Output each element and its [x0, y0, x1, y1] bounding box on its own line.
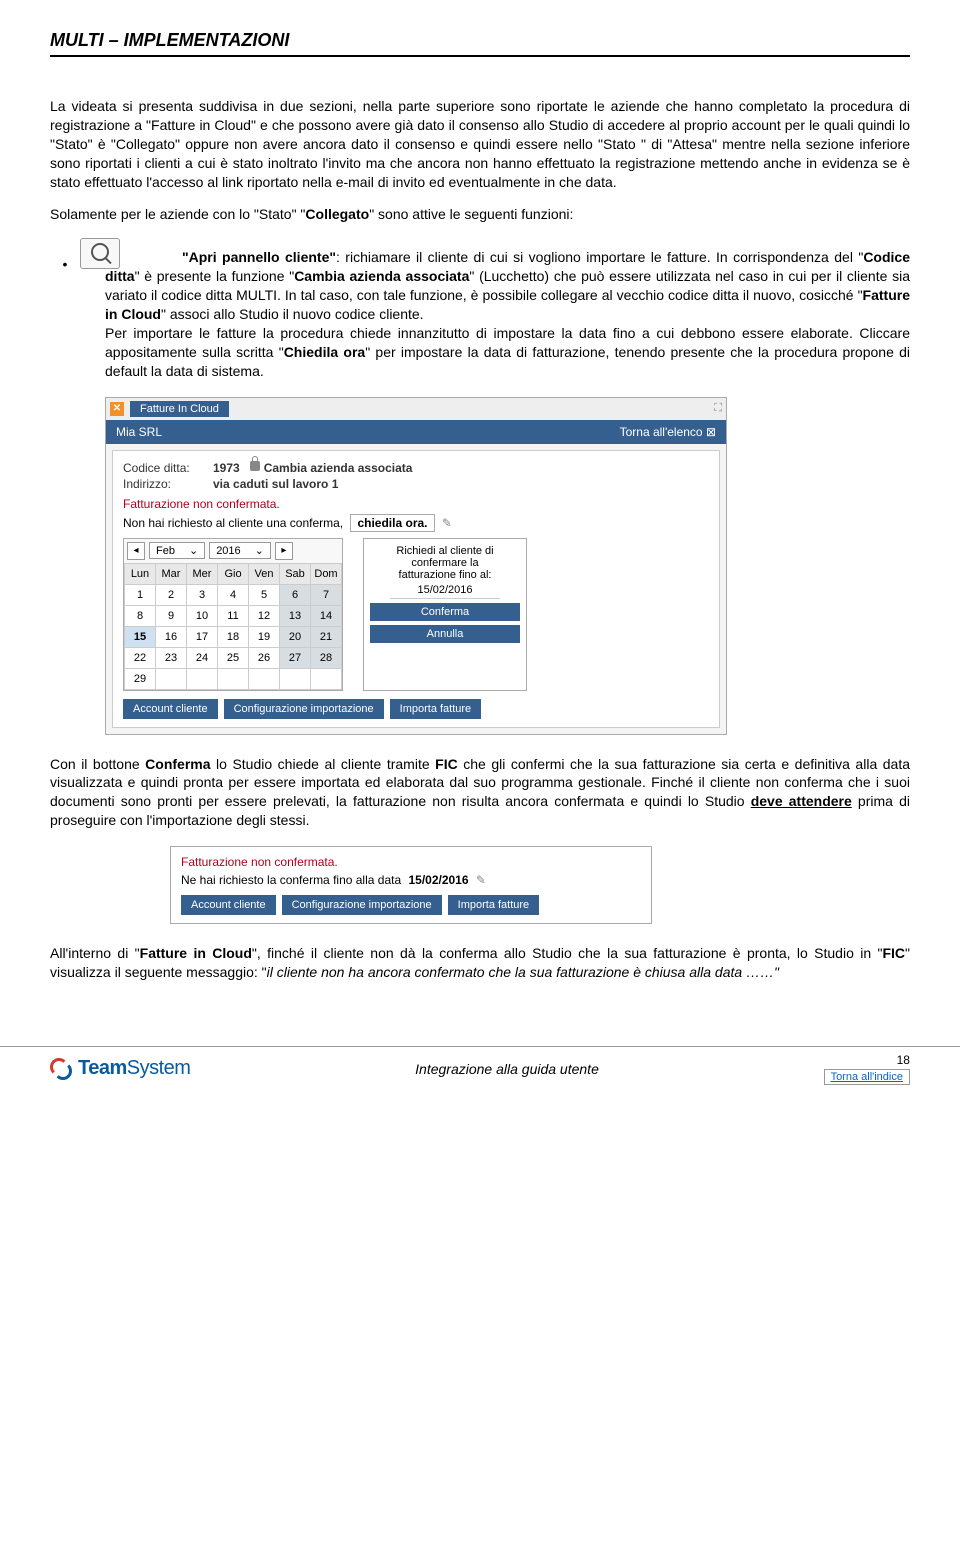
- bold: Collegato: [305, 206, 369, 222]
- warning-title: Fatturazione non confermata.: [181, 855, 641, 869]
- bullet-text: xxxxxxxxxxx"Apri pannello cliente": rich…: [105, 248, 910, 380]
- text: " sono attive le seguenti funzioni:: [369, 206, 573, 222]
- logo-icon: [50, 1058, 72, 1080]
- account-cliente-button[interactable]: Account cliente: [181, 895, 276, 915]
- close-icon[interactable]: ✕: [110, 402, 124, 416]
- footer-title: Integrazione alla guida utente: [415, 1061, 599, 1077]
- code-value: 1973: [213, 461, 240, 475]
- text: : richiamare il cliente di cui si voglio…: [336, 249, 863, 265]
- page-number: 18: [824, 1053, 910, 1067]
- account-cliente-button[interactable]: Account cliente: [123, 699, 218, 719]
- back-to-index-link[interactable]: Torna all'indice: [824, 1069, 910, 1085]
- magnify-icon: [91, 243, 109, 261]
- intro-paragraph: La videata si presenta suddivisa in due …: [50, 97, 910, 191]
- warning-title: Fatturazione non confermata.: [123, 497, 709, 511]
- final-paragraph: All'interno di "Fatture in Cloud", finch…: [50, 944, 910, 982]
- confirm-popup: Richiedi al cliente di confermare la fat…: [363, 538, 527, 691]
- code-label: Codice ditta:: [123, 461, 213, 475]
- window-tab[interactable]: Fatture In Cloud: [130, 401, 229, 417]
- address-value: via caduti sul lavoro 1: [213, 477, 338, 491]
- address-label: Indirizzo:: [123, 477, 213, 491]
- calendar-widget[interactable]: ◂ Feb⌄ 2016⌄ ▸ LunMarMerGioVenSabDom 123…: [123, 538, 343, 691]
- functions-intro: Solamente per le aziende con lo "Stato" …: [50, 205, 910, 224]
- bullet-marker: •: [50, 238, 80, 272]
- config-import-button[interactable]: Configurazione importazione: [224, 699, 384, 719]
- popup-line: confermare la: [370, 557, 520, 569]
- change-company-link[interactable]: Cambia azienda associata: [264, 461, 413, 475]
- page-footer: TeamSystem Integrazione alla guida utent…: [0, 1046, 960, 1095]
- warning-message: Non hai richiesto al cliente una conferm…: [123, 514, 709, 532]
- text: " è presente la funzione ": [135, 268, 295, 284]
- calendar-grid[interactable]: LunMarMerGioVenSabDom 1234567 8910111213…: [124, 563, 342, 690]
- lock-icon[interactable]: [250, 461, 260, 471]
- teamsystem-logo: TeamSystem: [50, 1057, 190, 1080]
- config-import-button[interactable]: Configurazione importazione: [282, 895, 442, 915]
- text: Solamente per le aziende con lo "Stato" …: [50, 206, 305, 222]
- bold: Cambia azienda associata: [294, 268, 469, 284]
- pencil-icon[interactable]: ✎: [442, 516, 452, 530]
- bold: Chiedila ora: [284, 344, 366, 360]
- bold: "Apri pannello cliente": [182, 249, 336, 265]
- page-header: MULTI – IMPLEMENTAZIONI: [50, 30, 910, 57]
- pencil-icon[interactable]: ✎: [476, 873, 486, 887]
- popup-line: fatturazione fino al:: [370, 569, 520, 581]
- next-month-button[interactable]: ▸: [275, 542, 293, 560]
- chiedila-ora-button[interactable]: chiedila ora.: [350, 514, 434, 532]
- conferma-paragraph: Con il bottone Conferma lo Studio chiede…: [50, 755, 910, 831]
- cancel-button[interactable]: Annulla: [370, 625, 520, 643]
- screenshot-confirm-panel: Fatturazione non confermata. Ne hai rich…: [170, 846, 652, 924]
- popup-date: 15/02/2016: [390, 584, 500, 599]
- back-to-list-link[interactable]: Torna all'elenco ⊠: [620, 425, 716, 439]
- year-select[interactable]: 2016⌄: [209, 542, 271, 559]
- company-name: Mia SRL: [116, 425, 162, 439]
- importa-fatture-button[interactable]: Importa fatture: [390, 699, 482, 719]
- importa-fatture-button[interactable]: Importa fatture: [448, 895, 540, 915]
- month-select[interactable]: Feb⌄: [149, 542, 205, 559]
- text: " associ allo Studio il nuovo codice cli…: [161, 306, 424, 322]
- warning-message: Ne hai richiesto la conferma fino alla d…: [181, 873, 641, 887]
- prev-month-button[interactable]: ◂: [127, 542, 145, 560]
- popup-line: Richiedi al cliente di: [370, 545, 520, 557]
- confirm-button[interactable]: Conferma: [370, 603, 520, 621]
- screenshot-fatture-panel: ✕ Fatture In Cloud ⛶ Mia SRL Torna all'e…: [105, 397, 727, 735]
- expand-icon[interactable]: ⛶: [714, 402, 722, 415]
